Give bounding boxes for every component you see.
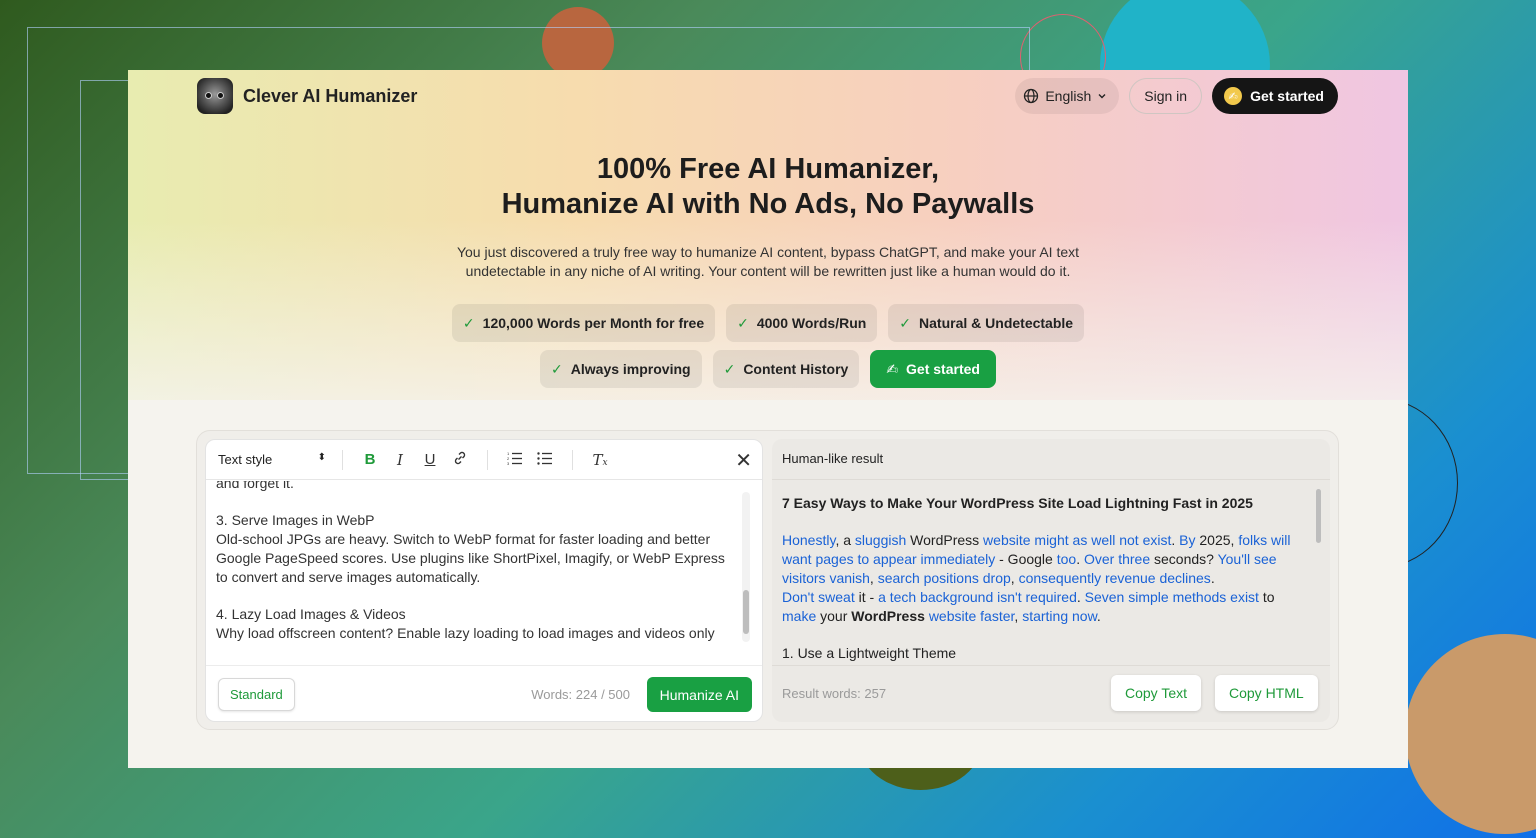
link-icon[interactable] [445, 450, 475, 470]
result-panel: Human-like result 7 Easy Ways to Make Yo… [772, 439, 1330, 722]
copy-text-button[interactable]: Copy Text [1111, 675, 1201, 711]
globe-icon [1024, 88, 1039, 104]
feature-label: Natural & Undetectable [919, 315, 1074, 331]
top-nav: Clever AI Humanizer English Sign in ✍ Ge… [197, 78, 1338, 114]
feature-row-1: ✓ 120,000 Words per Month for free ✓ 4000 … [128, 304, 1408, 342]
check-icon: ✓ [723, 360, 736, 377]
svg-text:3: 3 [507, 461, 510, 466]
check-icon: ✓ [737, 314, 749, 331]
result-header: Human-like result [782, 451, 884, 466]
updown-icon: ⬍ [317, 452, 326, 463]
clear-format-icon[interactable]: Tx [585, 451, 615, 469]
editor-text: Old-school JPGs are heavy. Switch to Web… [216, 531, 711, 547]
result-content[interactable]: 7 Easy Ways to Make Your WordPress Site … [782, 488, 1307, 664]
signin-button[interactable]: Sign in [1129, 78, 1203, 114]
check-icon: ✓ [899, 314, 912, 331]
text-style-label: Text style [218, 452, 273, 467]
feature-label: Content History [743, 361, 849, 377]
editor-text: Google PageSpeed scores. Use plugins lik… [216, 550, 725, 566]
brand-name: Clever AI Humanizer [243, 85, 418, 106]
input-panel: Text style ⬍ B I U 123 Tx ✕ and forget i… [205, 439, 763, 722]
feature-pill: ✓ 4000 Words/Run [726, 304, 878, 342]
face-logo-icon [197, 78, 233, 114]
check-icon: ✓ [462, 314, 475, 331]
check-icon: ✓ [551, 360, 563, 377]
italic-icon[interactable]: I [385, 451, 415, 469]
page-title: 100% Free AI Humanizer, Humanize AI with… [128, 152, 1408, 222]
language-selector[interactable]: English [1015, 78, 1120, 114]
word-count: Words: 224 / 500 [531, 687, 630, 702]
main-card: Clever AI Humanizer English Sign in ✍ Ge… [128, 70, 1408, 768]
editor-heading: 3. Serve Images in WebP [216, 512, 375, 528]
subtitle-line-2: undetectable in any niche of AI writing.… [465, 263, 1071, 279]
title-line-1: 100% Free AI Humanizer, [596, 153, 940, 185]
get-started-button[interactable]: ✍ Get started [870, 350, 996, 388]
feature-pill: ✓ Natural & Undetectable [888, 304, 1085, 342]
feature-pill: ✓ Always improving [540, 350, 702, 388]
brand[interactable]: Clever AI Humanizer [197, 78, 417, 114]
get-started-nav-button[interactable]: ✍ Get started [1212, 78, 1338, 114]
chevron-down-icon [1098, 94, 1106, 99]
result-list-item: 1. Use a Lightweight Theme [782, 645, 957, 661]
get-started-label: Get started [906, 361, 980, 377]
humanize-button[interactable]: Humanize AI [646, 677, 752, 712]
close-icon[interactable]: ✕ [735, 448, 752, 473]
input-editor[interactable]: and forget it. 3. Serve Images in WebP O… [216, 481, 741, 664]
feature-pill: ✓ 120,000 Words per Month for free [451, 304, 716, 342]
humanizer-tool: Text style ⬍ B I U 123 Tx ✕ and forget i… [196, 430, 1339, 730]
bold-icon[interactable]: B [355, 451, 385, 468]
result-paragraph: Honestly, a sluggish WordPress website m… [782, 532, 1291, 624]
writing-hand-icon: ✍ [886, 360, 899, 377]
result-title: 7 Easy Ways to Make Your WordPress Site … [782, 495, 1253, 511]
feature-pill: ✓ Content History [712, 350, 860, 388]
editor-scrollbar[interactable] [742, 492, 750, 642]
feature-label: 120,000 Words per Month for free [482, 315, 705, 331]
editor-text: and forget it. [216, 481, 294, 491]
bullet-list-icon[interactable] [530, 450, 560, 470]
copy-html-button[interactable]: Copy HTML [1215, 675, 1318, 711]
page-subtitle: You just discovered a truly free way to … [448, 243, 1088, 281]
nav-actions: English Sign in ✍ Get started [1015, 78, 1338, 114]
subtitle-line-1: You just discovered a truly free way to … [456, 244, 1080, 260]
ordered-list-icon[interactable]: 123 [500, 450, 530, 470]
editor-footer: Standard Words: 224 / 500 Humanize AI [206, 665, 762, 723]
result-word-count: Result words: 257 [782, 686, 887, 701]
writing-hand-icon: ✍ [1224, 87, 1243, 105]
bg-circle-tan [1405, 634, 1536, 834]
result-scrollbar[interactable] [1315, 489, 1322, 665]
feature-label: 4000 Words/Run [756, 315, 867, 331]
feature-label: Always improving [570, 361, 691, 377]
get-started-nav-label: Get started [1250, 88, 1324, 104]
editor-toolbar: Text style ⬍ B I U 123 Tx ✕ [206, 440, 762, 480]
editor-text: Why load offscreen content? Enable lazy … [216, 625, 715, 641]
editor-text: to convert and serve images automaticall… [216, 569, 481, 585]
feature-row-2: ✓ Always improving ✓ Content History ✍ Get … [128, 350, 1408, 388]
language-label: English [1045, 88, 1092, 104]
text-style-select[interactable]: Text style ⬍ [218, 452, 330, 467]
editor-heading: 4. Lazy Load Images & Videos [216, 606, 406, 622]
underline-icon[interactable]: U [415, 451, 445, 468]
mode-select-button[interactable]: Standard [218, 678, 295, 711]
title-line-2: Humanize AI with No Ads, No Paywalls [501, 188, 1035, 220]
